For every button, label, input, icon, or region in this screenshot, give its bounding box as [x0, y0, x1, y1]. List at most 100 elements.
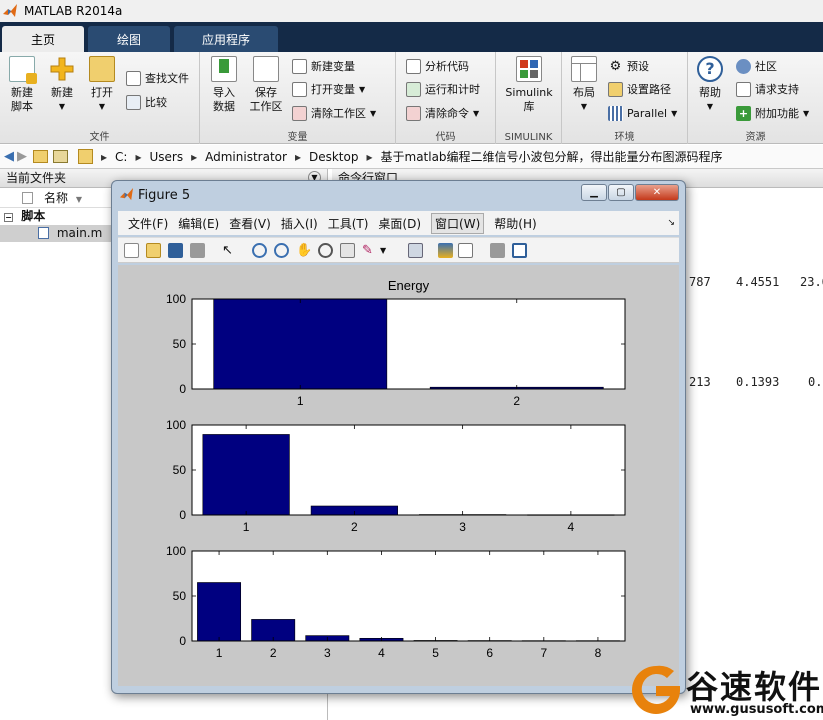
parallel-button[interactable]: Parallel ▼ [608, 103, 677, 123]
print-icon[interactable] [190, 243, 205, 258]
breadcrumb-administrator[interactable]: Administrator [205, 150, 287, 164]
compare-button[interactable]: 比较 [126, 92, 167, 112]
pan-hand-icon[interactable]: ✋ [296, 243, 312, 258]
add-ons-button[interactable]: + 附加功能 ▼ [736, 103, 809, 123]
x-tick-label: 2 [351, 520, 358, 534]
rotate-3d-icon[interactable] [318, 243, 333, 258]
plot-area[interactable]: 1 2 0 50 100 Energy 1 2 3 4 0 50 100 1 2 3 4 5 6 7 8 0 50 100 [118, 265, 679, 686]
breadcrumb-separator: ▸ [366, 149, 373, 164]
run-time-button[interactable]: 运行和计时 [406, 79, 480, 99]
output-value: 0.7 [808, 375, 823, 389]
energy-charts[interactable]: 1 2 0 50 100 Energy 1 2 3 4 0 50 100 1 2 3 4 5 6 7 8 0 50 100 [118, 265, 679, 686]
brand-url: www.gususoft.com [690, 702, 823, 717]
dropdown-arrow-icon[interactable]: ▼ [380, 243, 395, 258]
community-button[interactable]: 社区 [736, 56, 777, 76]
ribbon-tab-bar: 主页 绘图 应用程序 [0, 22, 823, 52]
legend-icon[interactable] [458, 243, 473, 258]
run-time-label: 运行和计时 [425, 83, 480, 96]
breadcrumb-project-folder[interactable]: 基于matlab编程二维信号小波包分解，得出能量分布图源码程序 [381, 148, 723, 165]
save-workspace-button[interactable]: 保存 工作区 [246, 56, 286, 114]
set-path-button[interactable]: 设置路径 [608, 79, 671, 99]
tab-apps[interactable]: 应用程序 [174, 26, 278, 52]
menu-desktop[interactable]: 桌面(D) [378, 215, 421, 232]
up-folder-icon[interactable] [33, 150, 48, 163]
breadcrumb-drive[interactable]: C: [115, 150, 127, 164]
show-plot-tools-icon[interactable] [512, 243, 527, 258]
group-resources-label: 资源 [745, 132, 766, 143]
tab-plots[interactable]: 绘图 [88, 26, 170, 52]
browse-folder-icon[interactable] [53, 150, 68, 163]
y-tick-label: 100 [166, 292, 186, 306]
sort-arrow-icon: ▼ [75, 195, 82, 204]
breadcrumb-users[interactable]: Users [149, 150, 183, 164]
clear-workspace-label: 清除工作区 [311, 107, 366, 120]
menu-file[interactable]: 文件(F) [128, 215, 168, 232]
x-tick-label: 4 [568, 520, 575, 534]
forward-arrow-icon[interactable]: ▶ [17, 149, 27, 164]
maximize-button[interactable]: ▢ [608, 184, 634, 201]
zoom-out-icon[interactable] [274, 243, 289, 258]
new-figure-icon[interactable] [124, 243, 139, 258]
close-button[interactable]: ✕ [635, 184, 679, 201]
menu-dock-arrow-icon[interactable]: ↘ [667, 218, 675, 228]
menu-window[interactable]: 窗口(W) [431, 212, 485, 234]
open-file-icon[interactable] [146, 243, 161, 258]
plus-icon [49, 56, 75, 82]
import-data-button[interactable]: 导入 数据 [204, 56, 244, 114]
minimize-button[interactable]: ▁ [581, 184, 607, 201]
open-button[interactable]: 打开 ▼ [82, 56, 122, 114]
data-cursor-icon[interactable] [340, 243, 355, 258]
bar [202, 434, 290, 516]
breadcrumb-desktop[interactable]: Desktop [309, 150, 359, 164]
group-environment-label: 环境 [614, 132, 635, 143]
y-tick-label: 100 [166, 418, 186, 432]
y-tick-label: 50 [173, 589, 187, 603]
brush-icon[interactable]: ✎ [362, 243, 377, 258]
y-tick-label: 0 [179, 382, 186, 396]
brand-logo-icon [632, 665, 680, 714]
save-icon[interactable] [168, 243, 183, 258]
simulink-library-button[interactable]: Simulink 库 [501, 56, 557, 114]
output-value: 0.1393 [736, 375, 780, 389]
simulink-icon [516, 56, 542, 82]
find-files-button[interactable]: 查找文件 [126, 68, 189, 88]
dropdown-arrow-icon: ▼ [359, 84, 366, 94]
collapse-icon[interactable]: − [4, 213, 13, 222]
tab-home[interactable]: 主页 [2, 26, 84, 52]
open-variable-button[interactable]: 打开变量 ▼ [292, 79, 365, 99]
grid-icon [292, 81, 307, 97]
clear-commands-button[interactable]: 清除命令 ▼ [406, 103, 479, 123]
y-tick-label: 100 [166, 544, 186, 558]
new-variable-button[interactable]: 新建变量 [292, 56, 355, 76]
new-script-button[interactable]: 新建 脚本 [2, 56, 42, 114]
file-row-main[interactable]: main.m [0, 225, 112, 242]
clear-workspace-button[interactable]: 清除工作区 ▼ [292, 103, 376, 123]
folder-path-icon [608, 81, 623, 97]
x-tick-label: 3 [459, 520, 466, 534]
menu-view[interactable]: 查看(V) [229, 215, 271, 232]
help-button[interactable]: ? 帮助 ▼ [690, 56, 730, 114]
menu-help[interactable]: 帮助(H) [494, 215, 536, 232]
back-arrow-icon[interactable]: ◀ [4, 149, 14, 164]
y-tick-label: 0 [179, 508, 186, 522]
group-file: 新建 脚本 新建 ▼ 打开 ▼ 查找文件 比较 文件 [0, 52, 200, 144]
link-plot-icon[interactable] [408, 243, 423, 258]
pointer-icon[interactable]: ↖ [222, 243, 237, 258]
menu-tools[interactable]: 工具(T) [328, 215, 369, 232]
figure-window[interactable]: Figure 5 ▁ ▢ ✕ 文件(F) 编辑(E) 查看(V) 插入(I) 工… [111, 180, 686, 694]
colorbar-icon[interactable] [438, 243, 453, 258]
request-support-button[interactable]: 请求支持 [736, 79, 799, 99]
layout-icon [571, 56, 597, 82]
analyze-code-button[interactable]: 分析代码 [406, 56, 469, 76]
new-variable-label: 新建变量 [311, 60, 355, 73]
dropdown-arrow-icon: ▼ [706, 102, 714, 111]
hide-plot-tools-icon[interactable] [490, 243, 505, 258]
new-button[interactable]: 新建 ▼ [42, 56, 82, 114]
preferences-button[interactable]: ⚙ 预设 [608, 56, 649, 76]
zoom-in-icon[interactable] [252, 243, 267, 258]
menu-edit[interactable]: 编辑(E) [178, 215, 219, 232]
layout-button[interactable]: 布局 ▼ [564, 56, 604, 114]
folder-label: 脚本 [21, 209, 46, 223]
menu-insert[interactable]: 插入(I) [281, 215, 318, 232]
bar [213, 298, 388, 390]
